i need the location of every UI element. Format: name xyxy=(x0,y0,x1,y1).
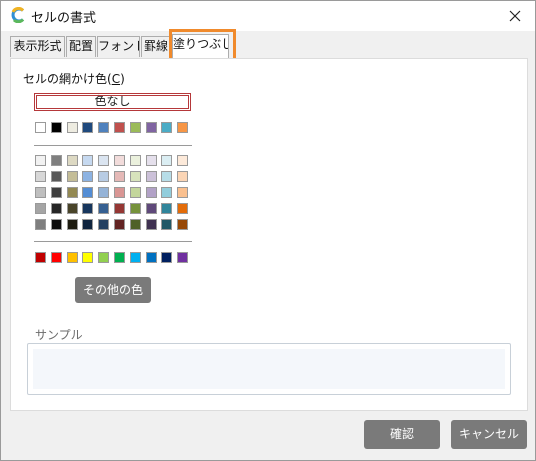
color-swatch[interactable] xyxy=(177,171,188,182)
color-swatch[interactable] xyxy=(161,155,172,166)
sample-preview xyxy=(27,343,511,395)
color-swatch[interactable] xyxy=(82,252,93,263)
color-swatch[interactable] xyxy=(35,122,46,133)
tab-fill[interactable]: 塗りつぶし xyxy=(172,34,229,58)
color-swatch[interactable] xyxy=(98,171,109,182)
color-swatch[interactable] xyxy=(82,187,93,198)
color-swatch[interactable] xyxy=(67,122,78,133)
color-swatch[interactable] xyxy=(51,187,62,198)
color-swatch[interactable] xyxy=(114,252,125,263)
color-swatch[interactable] xyxy=(67,187,78,198)
color-swatch[interactable] xyxy=(67,252,78,263)
color-swatch[interactable] xyxy=(161,187,172,198)
color-swatch[interactable] xyxy=(98,252,109,263)
color-swatch[interactable] xyxy=(114,219,125,230)
tab-border[interactable]: 罫線 xyxy=(141,36,171,57)
separator xyxy=(34,145,192,146)
color-swatch[interactable] xyxy=(98,155,109,166)
color-swatch[interactable] xyxy=(35,219,46,230)
color-swatch[interactable] xyxy=(67,203,78,214)
color-swatch[interactable] xyxy=(177,252,188,263)
color-swatch[interactable] xyxy=(67,155,78,166)
color-swatch[interactable] xyxy=(82,155,93,166)
color-swatch[interactable] xyxy=(161,171,172,182)
title-bar: セルの書式 xyxy=(1,1,535,31)
color-swatch[interactable] xyxy=(177,155,188,166)
color-swatch[interactable] xyxy=(51,122,62,133)
color-swatch[interactable] xyxy=(35,252,46,263)
color-swatch[interactable] xyxy=(82,171,93,182)
color-swatch[interactable] xyxy=(51,203,62,214)
color-swatch[interactable] xyxy=(146,171,157,182)
color-swatch[interactable] xyxy=(98,219,109,230)
color-swatch[interactable] xyxy=(67,171,78,182)
color-swatch[interactable] xyxy=(98,187,109,198)
color-swatch[interactable] xyxy=(161,122,172,133)
color-swatch[interactable] xyxy=(161,203,172,214)
no-color-button[interactable]: 色なし xyxy=(34,93,191,111)
sample-label: サンプル xyxy=(35,328,83,342)
color-swatch[interactable] xyxy=(51,155,62,166)
color-swatch[interactable] xyxy=(161,219,172,230)
color-swatch[interactable] xyxy=(114,203,125,214)
color-swatch[interactable] xyxy=(130,122,141,133)
color-swatch[interactable] xyxy=(51,252,62,263)
color-swatch[interactable] xyxy=(35,155,46,166)
color-swatch[interactable] xyxy=(82,219,93,230)
separator xyxy=(34,241,192,242)
color-swatch[interactable] xyxy=(146,122,157,133)
color-swatch[interactable] xyxy=(130,219,141,230)
color-swatch[interactable] xyxy=(35,203,46,214)
close-icon xyxy=(509,10,521,22)
color-swatch[interactable] xyxy=(130,203,141,214)
cancel-button[interactable]: キャンセル xyxy=(451,420,527,449)
color-swatch[interactable] xyxy=(114,122,125,133)
color-swatch[interactable] xyxy=(146,155,157,166)
color-swatch[interactable] xyxy=(177,219,188,230)
color-swatch[interactable] xyxy=(82,203,93,214)
color-swatch[interactable] xyxy=(51,219,62,230)
color-swatch[interactable] xyxy=(82,122,93,133)
tab-number-format[interactable]: 表示形式 xyxy=(10,36,65,57)
color-swatch[interactable] xyxy=(35,187,46,198)
color-swatch[interactable] xyxy=(146,187,157,198)
app-logo-icon xyxy=(11,7,25,23)
color-swatch[interactable] xyxy=(146,203,157,214)
format-cells-dialog: セルの書式 表示形式 配置 フォント 罫線 塗りつぶし セルの網かけ色(C) 色… xyxy=(0,0,536,461)
color-swatch[interactable] xyxy=(177,122,188,133)
color-swatch[interactable] xyxy=(35,171,46,182)
sample-preview-fill xyxy=(33,349,505,389)
color-swatch[interactable] xyxy=(146,219,157,230)
color-swatch[interactable] xyxy=(130,171,141,182)
color-swatch[interactable] xyxy=(177,203,188,214)
ok-button[interactable]: 確認 xyxy=(364,420,440,449)
color-swatch[interactable] xyxy=(130,252,141,263)
tab-alignment[interactable]: 配置 xyxy=(66,36,96,57)
color-swatch[interactable] xyxy=(130,155,141,166)
color-swatch[interactable] xyxy=(130,187,141,198)
color-swatch[interactable] xyxy=(98,122,109,133)
tab-font[interactable]: フォント xyxy=(97,36,140,57)
color-swatch[interactable] xyxy=(114,187,125,198)
color-swatch[interactable] xyxy=(114,155,125,166)
color-swatch[interactable] xyxy=(146,252,157,263)
more-colors-button[interactable]: その他の色 xyxy=(75,277,151,303)
color-swatch[interactable] xyxy=(177,187,188,198)
window-title: セルの書式 xyxy=(31,11,97,26)
color-swatch[interactable] xyxy=(98,203,109,214)
color-swatch[interactable] xyxy=(51,171,62,182)
color-swatch[interactable] xyxy=(161,252,172,263)
color-swatch[interactable] xyxy=(114,171,125,182)
color-swatch[interactable] xyxy=(67,219,78,230)
shading-color-label: セルの網かけ色(C) xyxy=(23,72,125,86)
close-button[interactable] xyxy=(495,1,535,31)
